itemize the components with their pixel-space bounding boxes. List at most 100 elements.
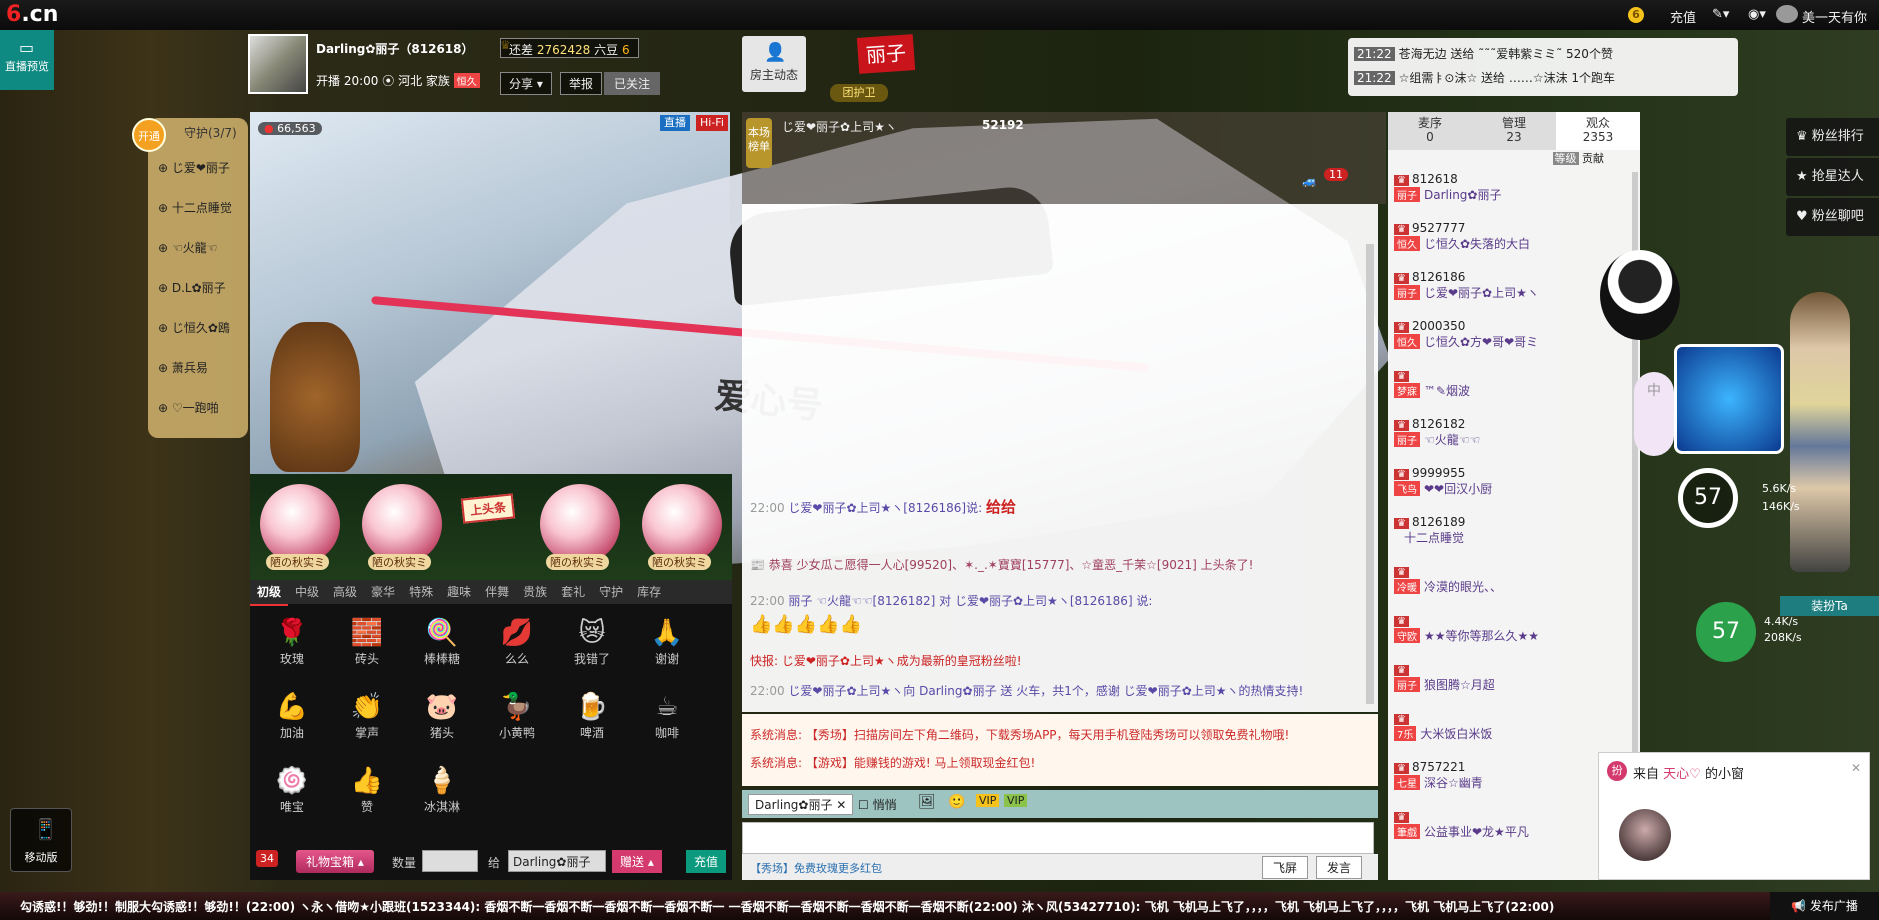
fly-screen-button[interactable]: 飞屏 <box>1262 856 1309 879</box>
gift-tab[interactable]: 库存 <box>630 580 668 604</box>
coin-indicator[interactable]: 6 <box>1628 7 1644 23</box>
gift-recharge-button[interactable]: 充值 <box>686 850 727 873</box>
guard-item[interactable]: ⊕ ☜火龍☜ <box>148 228 248 268</box>
site-logo[interactable]: 6.cn <box>6 2 58 27</box>
popup-avatar[interactable] <box>1619 809 1671 861</box>
list-item[interactable]: ♛ 丽子 狼图腾☆月超 <box>1394 662 1634 693</box>
mobile-version-button[interactable]: 📱 移动版 <box>10 808 72 872</box>
gift-item[interactable]: 🍦 冰淇淋 <box>412 764 472 815</box>
vip-emoji-icon[interactable]: VIP <box>1004 794 1028 807</box>
avatar-doll[interactable] <box>1790 292 1850 572</box>
chat-text[interactable]: 丽子 ☜火龍☜☜[8126182] 对 じ爱❤丽子✿上司★ヽ[8126186] … <box>788 594 1152 608</box>
give-button[interactable]: 赠送 ▴ <box>612 850 662 873</box>
list-item[interactable]: ♛ 9999955 飞鸟 ❤❤回汉小厨 <box>1394 466 1634 497</box>
tab-audience[interactable]: 观众 2353 <box>1556 112 1640 150</box>
gift-tab[interactable]: 高级 <box>326 580 364 604</box>
emoji-icon[interactable]: 🙂 <box>948 794 965 810</box>
chat-text[interactable]: じ爱❤丽子✿上司★ヽ向 Darling✿丽子 送 火车，共1个，感谢 じ爱❤丽子… <box>788 684 1303 698</box>
recipient-select[interactable]: Darling✿丽子 <box>508 850 606 872</box>
grab-star-button[interactable]: ★ 抢星达人 <box>1786 158 1879 196</box>
followed-button[interactable]: 已关注 <box>604 72 661 95</box>
blue-rose-gift[interactable] <box>1674 344 1784 454</box>
snow-globe[interactable] <box>642 484 722 564</box>
chat-input[interactable] <box>742 822 1374 854</box>
guard-item[interactable]: ⊕ 萧兵易 <box>148 348 248 388</box>
image-icon[interactable]: 🖼 <box>918 794 936 810</box>
guard-item[interactable]: ⊕ じ爱❤丽子 <box>148 148 248 188</box>
vip-icon[interactable]: VIP <box>976 794 1000 807</box>
gift-tab[interactable]: 特殊 <box>402 580 440 604</box>
edit-icon[interactable]: ✎▾ <box>1712 7 1729 22</box>
gift-item[interactable]: 👍 赞 <box>337 764 397 815</box>
chat-target-select[interactable]: Darling✿丽子 ✕ <box>748 794 854 815</box>
tab-admin[interactable]: 管理 23 <box>1472 112 1556 150</box>
gift-tab[interactable]: 豪华 <box>364 580 402 604</box>
guard-item[interactable]: ⊕ D.L✿丽子 <box>148 268 248 308</box>
gift-item[interactable]: ☕ 咖啡 <box>637 690 697 741</box>
fans-chat-button[interactable]: ♥ 粉丝聊吧 <box>1786 198 1879 236</box>
chat-scrollbar[interactable] <box>1366 244 1374 704</box>
list-item[interactable]: ♛ 8126189 十二点睡觉 <box>1394 515 1634 546</box>
publish-broadcast-button[interactable]: 📢 发布广播 <box>1770 892 1879 920</box>
gift-item[interactable]: 😿 我错了 <box>562 616 622 667</box>
settings-icon[interactable]: ◉▾ <box>1748 7 1766 22</box>
gift-item[interactable]: 🍥 唯宝 <box>262 764 322 815</box>
share-button[interactable]: 分享 ▾ <box>500 72 552 95</box>
dress-button[interactable]: 装扮Ta <box>1780 596 1879 616</box>
send-button[interactable]: 发言 <box>1316 856 1363 879</box>
fans-rank-tag[interactable]: 本场榜单 <box>746 118 772 168</box>
list-item[interactable]: ♛ 9527777 恒久 じ恒久✿失落的大白 <box>1394 221 1634 252</box>
gift-item[interactable]: 💋 么么 <box>487 616 547 667</box>
gift-item[interactable]: 🧱 砖头 <box>337 616 397 667</box>
gift-box-button[interactable]: 礼物宝箱 ▴ <box>296 850 374 873</box>
list-item[interactable]: ♛ 守欧 ★★等你等那么久★★ <box>1394 613 1634 644</box>
anchor-avatar[interactable] <box>248 34 308 94</box>
snow-globe[interactable] <box>362 484 442 564</box>
guard-item[interactable]: ⊕ 十二点睡觉 <box>148 188 248 228</box>
gift-tab[interactable]: 趣味 <box>440 580 478 604</box>
whisper-checkbox[interactable]: ☐ 悄悄 <box>858 796 897 813</box>
gift-tab[interactable]: 套礼 <box>554 580 592 604</box>
fans-rank-row[interactable]: じ爱❤丽子✿上司★ヽ <box>782 118 897 135</box>
list-item[interactable]: ♛ 2000350 恒久 じ恒久✿方❤哥❤哥ミ <box>1394 319 1634 350</box>
sort-level[interactable]: 等级 <box>1552 152 1579 165</box>
promo-link[interactable]: 【秀场】免费玫瑰更多红包 <box>750 860 882 876</box>
snow-globe[interactable] <box>540 484 620 564</box>
chat-text[interactable]: じ爱❤丽子✿上司★ヽ[8126186]说: <box>788 501 982 515</box>
guard-item[interactable]: ⊕ じ恒久✿鴎 <box>148 308 248 348</box>
list-item[interactable]: ♛ 8126186 丽子 じ爱❤丽子✿上司★ヽ <box>1394 270 1634 301</box>
hifi-badge[interactable]: Hi-Fi <box>696 115 728 131</box>
guard-item[interactable]: ⊕ ♡一跑啪 <box>148 388 248 428</box>
fans-rank-button[interactable]: ♛ 粉丝排行 <box>1786 118 1879 156</box>
system-message[interactable]: 系统消息: 【游戏】能赚钱的游戏! 马上领取现金红包! <box>750 754 1035 771</box>
snow-globe[interactable] <box>260 484 340 564</box>
headline-button[interactable]: 上头条 <box>460 493 516 524</box>
gift-item[interactable]: 🌹 玫瑰 <box>262 616 322 667</box>
system-message[interactable]: 系统消息: 【秀场】扫描房间左下角二维码，下载秀场APP，每天用手机登陆秀场可以… <box>750 726 1289 743</box>
gift-item[interactable]: 🦆 小黄鸭 <box>487 690 547 741</box>
gift-item[interactable]: 🍭 棒棒糖 <box>412 616 472 667</box>
gift-item[interactable]: 🙏 谢谢 <box>637 616 697 667</box>
live-preview-button[interactable]: ▭ 直播预览 <box>0 30 54 90</box>
list-item[interactable]: ♛ 梦寐 ™✎烟波 <box>1394 368 1634 399</box>
list-item[interactable]: ♛ 812618 丽子 Darling✿丽子 <box>1394 172 1634 203</box>
gift-item[interactable]: 🍺 啤酒 <box>562 690 622 741</box>
close-icon[interactable]: ✕ <box>1851 761 1861 775</box>
ticker-text[interactable]: 勾诱惑!！够劲!！制服大勾诱惑!！够劲!！(22:00) ヽ永ヽ借吻★小跟班(1… <box>20 898 1554 915</box>
home-dynamic-button[interactable]: 👤 房主动态 <box>742 36 806 92</box>
penguin-mascot[interactable] <box>1600 250 1680 340</box>
guard-badge[interactable]: 团护卫 <box>830 84 888 102</box>
gift-tab[interactable]: 贵族 <box>516 580 554 604</box>
list-item[interactable]: ♛ 冷暖 冷漠的眼光、、 <box>1394 564 1634 595</box>
chat-text[interactable]: 恭喜 少女瓜こ愿得一人心[99520]、✶._.✶寶寶[15777]、☆童恶_千… <box>769 558 1254 572</box>
username-label[interactable]: 美一天有你 <box>1802 7 1867 26</box>
gift-item[interactable]: 🐷 猪头 <box>412 690 472 741</box>
list-item[interactable]: ♛ 8126182 丽子 ☜火龍☜☜ <box>1394 417 1634 448</box>
list-item[interactable]: ♛ 7乐 大米饭白米饭 <box>1394 711 1634 742</box>
input-method-toolbar[interactable]: 中 <box>1634 372 1674 456</box>
gift-item[interactable]: 👏 掌声 <box>337 690 397 741</box>
gift-tab[interactable]: 初级 <box>250 580 289 606</box>
gift-tab[interactable]: 中级 <box>288 580 326 604</box>
tab-queue[interactable]: 麦序 0 <box>1388 112 1472 150</box>
quantity-input[interactable] <box>422 850 478 872</box>
